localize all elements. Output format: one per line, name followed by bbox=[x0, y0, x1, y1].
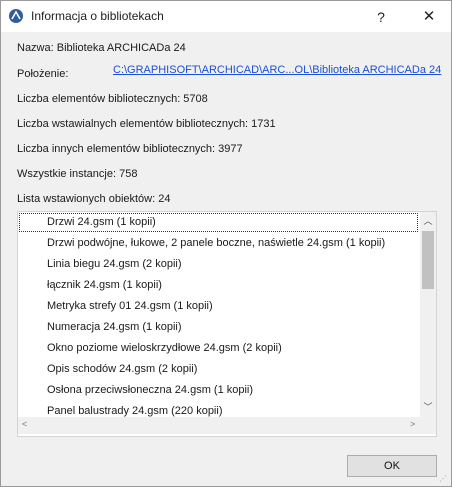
list-item[interactable]: Opis schodów 24.gsm (2 kopii) bbox=[19, 360, 418, 379]
total-elements-count: Liczba elementów bibliotecznych: 5708 bbox=[17, 93, 208, 105]
dialog-title: Informacja o bibliotekach bbox=[31, 9, 164, 23]
location-label: Położenie: bbox=[17, 68, 69, 80]
insertable-elements-count: Liczba wstawialnych elementów bibliotecz… bbox=[17, 118, 276, 130]
scrollbar-corner bbox=[420, 417, 436, 434]
inserted-objects-label: Lista wstawionych obiektów: 24 bbox=[17, 193, 171, 205]
vertical-scrollbar[interactable]: ︿ ﹀ bbox=[420, 212, 436, 417]
close-button[interactable]: ✕ bbox=[419, 7, 439, 27]
list-item[interactable]: Drzwi podwójne, łukowe, 2 panele boczne,… bbox=[19, 234, 418, 253]
help-button[interactable]: ? bbox=[371, 7, 391, 27]
all-instances-count: Wszystkie instancje: 758 bbox=[17, 168, 138, 180]
list-item[interactable]: Metryka strefy 01 24.gsm (1 kopii) bbox=[19, 297, 418, 316]
library-info-dialog: Informacja o bibliotekach ? ✕ Nazwa: Bib… bbox=[0, 0, 452, 487]
list-item[interactable]: łącznik 24.gsm (1 kopii) bbox=[19, 276, 418, 295]
inserted-objects-list[interactable]: Drzwi 24.gsm (1 kopii) Drzwi podwójne, ł… bbox=[17, 211, 437, 437]
scroll-down-arrow-icon[interactable]: ﹀ bbox=[420, 400, 436, 413]
scroll-right-arrow-icon[interactable]: > bbox=[410, 419, 415, 429]
list-item[interactable]: Drzwi 24.gsm (1 kopii) bbox=[19, 213, 418, 232]
title-bar[interactable]: Informacja o bibliotekach ? ✕ bbox=[1, 1, 451, 32]
list-item[interactable]: Numeracja 24.gsm (1 kopii) bbox=[19, 318, 418, 337]
other-elements-count: Liczba innych elementów bibliotecznych: … bbox=[17, 143, 243, 155]
scroll-up-arrow-icon[interactable]: ︿ bbox=[420, 214, 436, 227]
vertical-scroll-thumb[interactable] bbox=[422, 231, 434, 289]
horizontal-scrollbar[interactable]: < > bbox=[18, 417, 420, 434]
list-item[interactable]: Okno poziome wieloskrzydłowe 24.gsm (2 k… bbox=[19, 339, 418, 358]
list-item[interactable]: Linia biegu 24.gsm (2 kopii) bbox=[19, 255, 418, 274]
list-item[interactable]: Osłona przeciwsłoneczna 24.gsm (1 kopii) bbox=[19, 381, 418, 400]
resize-grip-icon[interactable]: ⋰ bbox=[439, 474, 447, 483]
archicad-app-icon bbox=[9, 9, 23, 23]
library-name: Nazwa: Biblioteka ARCHICADa 24 bbox=[17, 42, 186, 54]
scroll-left-arrow-icon[interactable]: < bbox=[22, 419, 27, 429]
ok-button[interactable]: OK bbox=[347, 455, 437, 477]
location-path-link[interactable]: C:\GRAPHISOFT\ARCHICAD\ARC...OL\Bibliote… bbox=[113, 64, 441, 76]
